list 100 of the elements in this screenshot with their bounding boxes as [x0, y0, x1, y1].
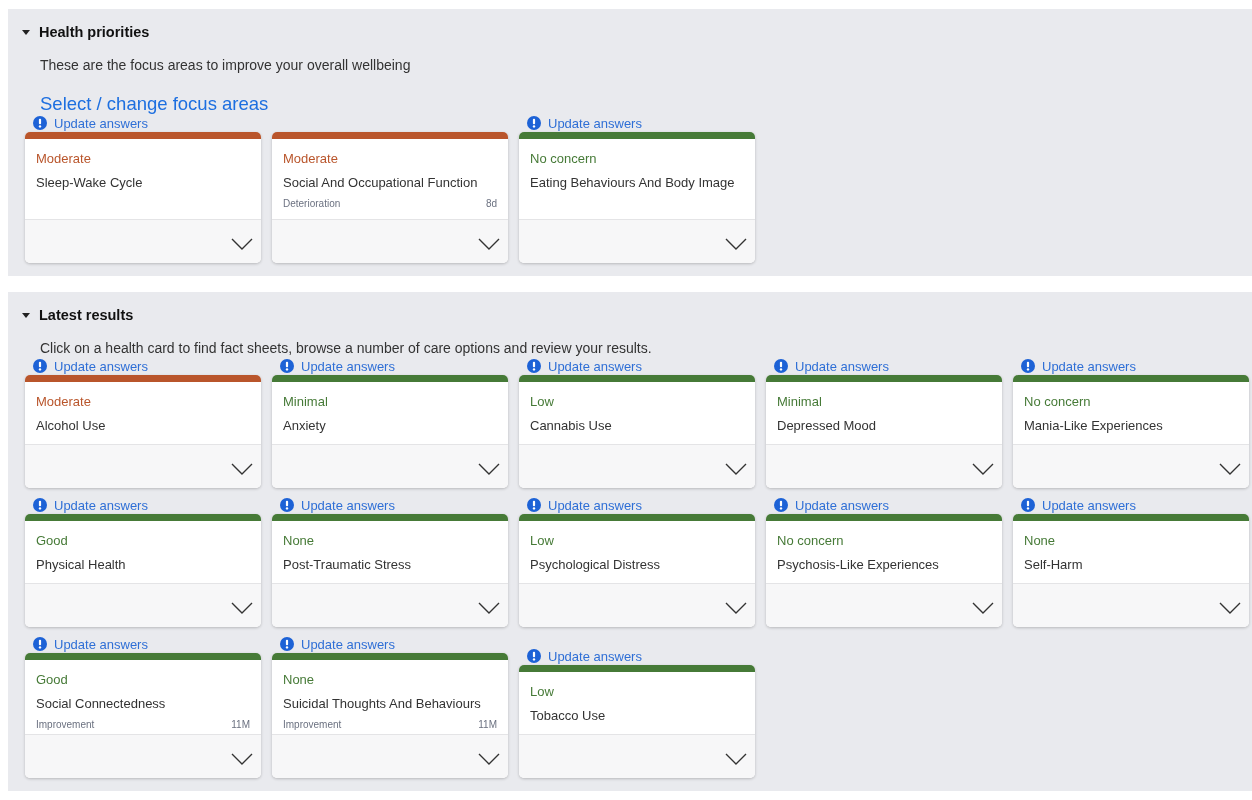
alert-icon: [774, 498, 788, 512]
chevron-down-icon[interactable]: [231, 238, 253, 250]
update-answers-link[interactable]: Update answers: [33, 115, 261, 131]
health-card[interactable]: Moderate Alcohol Use: [25, 375, 261, 488]
health-card[interactable]: Low Tobacco Use: [519, 665, 755, 778]
section-title: Latest results: [39, 307, 134, 323]
alert-icon: [280, 359, 294, 373]
status-text: Moderate: [36, 151, 92, 166]
chevron-down-icon[interactable]: [725, 753, 747, 765]
card-title: Suicidal Thoughts And Behaviours: [283, 697, 482, 710]
status-text: No concern: [1024, 394, 1092, 409]
update-answers-link[interactable]: Update answers: [527, 648, 755, 664]
alert-icon: [1021, 359, 1035, 373]
section-description: Click on a health card to find fact sheets, browse a number of care options and review your results.: [40, 340, 653, 356]
update-answers-link[interactable]: Update answers: [527, 497, 755, 513]
alert-icon: [33, 359, 47, 373]
status-text: None: [283, 672, 316, 687]
update-answers-link[interactable]: Update answers: [280, 358, 508, 374]
chevron-down-icon[interactable]: [972, 463, 994, 475]
status-text: Minimal: [777, 394, 823, 409]
chevron-down-icon[interactable]: [725, 238, 747, 250]
trend-time: 8d: [485, 198, 497, 209]
trend-time: 11M: [478, 719, 497, 730]
chevron-down-icon[interactable]: [478, 602, 500, 614]
alert-icon: [527, 498, 541, 512]
status-text: Moderate: [36, 394, 92, 409]
update-answers-link[interactable]: Update answers: [1021, 358, 1249, 374]
alert-icon: [527, 116, 541, 130]
status-text: No concern: [530, 151, 598, 166]
chevron-down-icon[interactable]: [478, 238, 500, 250]
update-answers-link[interactable]: Update answers: [527, 358, 755, 374]
focus-areas-link[interactable]: Select / change focus areas: [40, 93, 269, 115]
chevron-down-icon[interactable]: [1219, 463, 1241, 475]
card-title: Depressed Mood: [777, 419, 877, 432]
health-card[interactable]: No concern Psychosis-Like Experiences: [766, 514, 1002, 627]
status-text: Good: [36, 533, 69, 548]
card-title: Mania-Like Experiences: [1024, 419, 1164, 432]
chevron-down-icon[interactable]: [478, 463, 500, 475]
chevron-down-icon[interactable]: [231, 602, 253, 614]
update-answers-link[interactable]: Update answers: [774, 358, 1002, 374]
status-text: No concern: [777, 533, 845, 548]
status-text: Good: [36, 672, 69, 687]
card-title: Anxiety: [283, 419, 327, 432]
alert-icon: [33, 637, 47, 651]
card-title: Cannabis Use: [530, 419, 613, 432]
health-card[interactable]: None Post-Traumatic Stress: [272, 514, 508, 627]
alert-icon: [33, 498, 47, 512]
card-title: Physical Health: [36, 558, 127, 571]
update-answers-link[interactable]: Update answers: [1021, 497, 1249, 513]
health-card[interactable]: Moderate Sleep-Wake Cycle: [25, 132, 261, 263]
update-answers-link[interactable]: Update answers: [280, 636, 508, 652]
update-answers-link[interactable]: Update answers: [33, 636, 261, 652]
update-answers-link[interactable]: Update answers: [774, 497, 1002, 513]
health-card[interactable]: None Self-Harm: [1013, 514, 1249, 627]
alert-icon: [527, 359, 541, 373]
chevron-down-icon[interactable]: [478, 753, 500, 765]
status-text: Minimal: [283, 394, 329, 409]
trend-label: Improvement: [36, 719, 95, 730]
section-description: These are the focus areas to improve your overall wellbeing: [40, 57, 412, 73]
health-card[interactable]: Good Physical Health: [25, 514, 261, 627]
health-card[interactable]: Low Psychological Distress: [519, 514, 755, 627]
health-card[interactable]: Low Cannabis Use: [519, 375, 755, 488]
update-answers-link[interactable]: Update answers: [33, 358, 261, 374]
status-text: Low: [530, 684, 555, 699]
update-answers-link[interactable]: Update answers: [33, 497, 261, 513]
update-answers-link[interactable]: Update answers: [280, 497, 508, 513]
card-title: Post-Traumatic Stress: [283, 558, 413, 571]
chevron-down-icon[interactable]: [725, 463, 747, 475]
health-card[interactable]: None Suicidal Thoughts And Behaviours Improvement 11M: [272, 653, 508, 778]
section-title: Health priorities: [39, 24, 150, 40]
card-title: Tobacco Use: [530, 709, 607, 722]
chevron-down-icon[interactable]: [231, 463, 253, 475]
health-card[interactable]: No concern Mania-Like Experiences: [1013, 375, 1249, 488]
update-answers-link[interactable]: Update answers: [527, 115, 755, 131]
alert-icon: [1021, 498, 1035, 512]
card-title: Alcohol Use: [36, 419, 107, 432]
health-card[interactable]: Minimal Anxiety: [272, 375, 508, 488]
card-title: Eating Behaviours And Body Image: [530, 176, 736, 189]
health-card[interactable]: Minimal Depressed Mood: [766, 375, 1002, 488]
chevron-down-icon[interactable]: [725, 602, 747, 614]
status-text: None: [283, 533, 316, 548]
status-text: Low: [530, 533, 555, 548]
trend-label: Deterioration: [283, 198, 341, 209]
caret-down-icon[interactable]: [22, 312, 30, 318]
alert-icon: [280, 637, 294, 651]
chevron-down-icon[interactable]: [231, 753, 253, 765]
card-title: Psychosis-Like Experiences: [777, 558, 940, 571]
status-text: None: [1024, 533, 1057, 548]
status-text: Moderate: [283, 151, 339, 166]
card-title: Psychological Distress: [530, 558, 662, 571]
alert-icon: [280, 498, 294, 512]
alert-icon: [774, 359, 788, 373]
health-card[interactable]: Moderate Social And Occupational Function Deterioration 8d: [272, 132, 508, 263]
alert-icon: [33, 116, 47, 130]
health-card[interactable]: No concern Eating Behaviours And Body Image: [519, 132, 755, 263]
trend-label: Improvement: [283, 719, 342, 730]
chevron-down-icon[interactable]: [1219, 602, 1241, 614]
chevron-down-icon[interactable]: [972, 602, 994, 614]
caret-down-icon[interactable]: [22, 29, 30, 35]
health-card[interactable]: Good Social Connectedness Improvement 11M: [25, 653, 261, 778]
